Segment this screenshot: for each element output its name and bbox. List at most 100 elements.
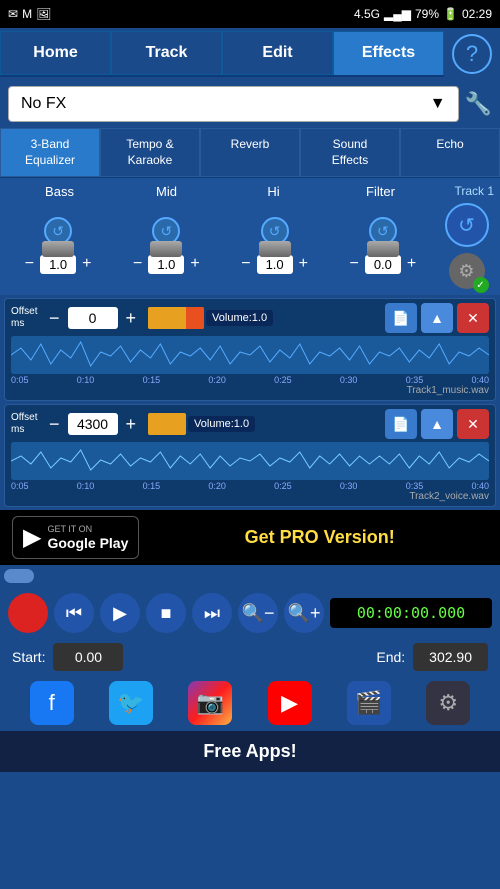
hi-channel: ↺ − 1.0 + <box>223 217 327 275</box>
fx-selector[interactable]: No FX ▼ <box>8 86 459 122</box>
track-row-1: Offsetms − 0 + Volume:1.0 📄 ▲ ✕ 0:050:10… <box>4 298 496 401</box>
record-button[interactable] <box>8 593 48 633</box>
twitter-button[interactable]: 🐦 <box>109 681 153 725</box>
help-button[interactable]: ? <box>452 34 492 74</box>
play-store-text: GET IT ON Google Play <box>47 524 128 552</box>
mid-minus-button[interactable]: − <box>129 253 146 275</box>
track-row-2: Offsetms − 4300 + Volume:1.0 📄 ▲ ✕ 0:050… <box>4 404 496 507</box>
filter-label: Filter <box>327 184 434 199</box>
track1-minus-button[interactable]: − <box>45 308 64 329</box>
free-apps-bar[interactable]: Free Apps! <box>0 731 500 772</box>
tab-effects[interactable]: Effects <box>333 31 444 75</box>
effect-tab-tempo[interactable]: Tempo &Karaoke <box>100 128 200 177</box>
track2-offset-label: Offsetms <box>11 412 41 436</box>
startend-row: Start: 0.00 End: 302.90 <box>0 639 500 675</box>
fx-value: No FX <box>21 95 66 113</box>
transport-bar: ⏮ ▶ ■ ⏭ 🔍− 🔍+ 00:00:00.000 <box>0 587 500 639</box>
stop-button[interactable]: ■ <box>146 593 186 633</box>
track2-up-button[interactable]: ▲ <box>421 409 453 439</box>
scroll-area[interactable] <box>0 565 500 587</box>
hi-minus-button[interactable]: − <box>237 253 254 275</box>
eq-labels: Bass Mid Hi Filter Track 1 <box>6 184 494 199</box>
track2-offset-value: 4300 <box>68 413 118 435</box>
hi-plus-button[interactable]: + <box>295 253 312 275</box>
track1-offset-value: 0 <box>68 307 118 329</box>
track2-plus-button[interactable]: + <box>122 414 141 435</box>
track2-controls: Offsetms − 4300 + Volume:1.0 📄 ▲ ✕ <box>11 409 489 439</box>
google-play-button[interactable]: ▶ GET IT ON Google Play <box>12 516 139 559</box>
image-icon: 🖼 <box>36 7 51 21</box>
track2-minus-button[interactable]: − <box>45 414 64 435</box>
hi-label: Hi <box>220 184 327 199</box>
chevron-down-icon: ▼ <box>430 95 446 113</box>
facebook-button[interactable]: f <box>30 681 74 725</box>
instagram-button[interactable]: 📷 <box>188 681 232 725</box>
track2-delete-button[interactable]: ✕ <box>457 409 489 439</box>
time-display: 00:00:00.000 <box>330 598 492 628</box>
effect-tab-sound-effects[interactable]: SoundEffects <box>300 128 400 177</box>
equalizer-section: Bass Mid Hi Filter Track 1 ↺ − 1.0 + ↺ <box>0 178 500 295</box>
filter-minus-button[interactable]: − <box>346 253 363 275</box>
bass-label: Bass <box>6 184 113 199</box>
status-bar: ✉ M 🖼 4.5G ▂▄▆ 79% 🔋 02:29 <box>0 0 500 28</box>
time-label: 02:29 <box>462 7 492 21</box>
start-value[interactable]: 0.00 <box>53 643 123 671</box>
status-right: 4.5G ▂▄▆ 79% 🔋 02:29 <box>354 7 492 21</box>
mid-channel: ↺ − 1.0 + <box>114 217 218 275</box>
settings-button[interactable]: ⚙ <box>426 681 470 725</box>
scroll-thumb[interactable] <box>4 569 34 583</box>
track1-time-markers: 0:050:100:150:200:250:300:350:40 <box>11 375 489 385</box>
hi-value: 1.0 <box>257 255 293 274</box>
zoom-in-button[interactable]: 🔍+ <box>284 593 324 633</box>
zoom-out-button[interactable]: 🔍− <box>238 593 278 633</box>
play-store-icon: ▶ <box>23 523 41 552</box>
google-play-banner: ▶ GET IT ON Google Play Get PRO Version! <box>0 510 500 565</box>
end-label: End: <box>376 649 405 665</box>
track1-copy-button[interactable]: 📄 <box>385 303 417 333</box>
youtube-button[interactable]: ▶ <box>268 681 312 725</box>
rewind-button[interactable]: ⏮ <box>54 593 94 633</box>
track1-volume-label: Volume:1.0 <box>206 310 273 326</box>
track-refresh-button[interactable]: ↺ <box>445 203 489 247</box>
start-label: Start: <box>12 649 45 665</box>
track1-up-button[interactable]: ▲ <box>421 303 453 333</box>
bass-channel: ↺ − 1.0 + <box>6 217 110 275</box>
social-row: f 🐦 📷 ▶ 🎬 ⚙ <box>0 675 500 731</box>
envelope-icon: ✉ <box>8 7 18 21</box>
bass-value: 1.0 <box>40 255 76 274</box>
track1-controls: Offsetms − 0 + Volume:1.0 📄 ▲ ✕ <box>11 303 489 333</box>
track2-copy-button[interactable]: 📄 <box>385 409 417 439</box>
bass-plus-button[interactable]: + <box>78 253 95 275</box>
effect-tab-reverb[interactable]: Reverb <box>200 128 300 177</box>
track2-waveform <box>11 442 489 480</box>
end-value[interactable]: 302.90 <box>413 643 488 671</box>
mid-value: 1.0 <box>148 255 184 274</box>
track2-time-markers: 0:050:100:150:200:250:300:350:40 <box>11 481 489 491</box>
pro-version-text[interactable]: Get PRO Version! <box>151 527 488 548</box>
forward-button[interactable]: ⏭ <box>192 593 232 633</box>
tab-edit[interactable]: Edit <box>222 31 333 75</box>
battery-icon: 🔋 <box>443 7 458 21</box>
carrier-label: 4.5G <box>354 7 380 21</box>
fx-row: No FX ▼ 🔧 <box>0 80 500 128</box>
effect-tab-echo[interactable]: Echo <box>400 128 500 177</box>
wrench-icon[interactable]: 🔧 <box>465 91 492 117</box>
effect-tab-equalizer[interactable]: 3-BandEqualizer <box>0 128 100 177</box>
play-button[interactable]: ▶ <box>100 593 140 633</box>
signal-icon: ▂▄▆ <box>384 7 411 21</box>
track1-filename: Track1_music.wav <box>11 385 489 396</box>
filter-plus-button[interactable]: + <box>403 253 420 275</box>
tab-track[interactable]: Track <box>111 31 222 75</box>
filter-value: 0.0 <box>365 255 401 274</box>
track1-plus-button[interactable]: + <box>122 308 141 329</box>
track2-filename: Track2_voice.wav <box>11 491 489 502</box>
mid-plus-button[interactable]: + <box>186 253 203 275</box>
mid-label: Mid <box>113 184 220 199</box>
effect-tabs: 3-BandEqualizer Tempo &Karaoke Reverb So… <box>0 128 500 178</box>
movie-maker-button[interactable]: 🎬 <box>347 681 391 725</box>
tab-home[interactable]: Home <box>0 31 111 75</box>
track1-delete-button[interactable]: ✕ <box>457 303 489 333</box>
bass-minus-button[interactable]: − <box>21 253 38 275</box>
track-gear-icon[interactable]: ⚙ ✓ <box>449 253 485 289</box>
status-icons: ✉ M 🖼 <box>8 7 51 21</box>
